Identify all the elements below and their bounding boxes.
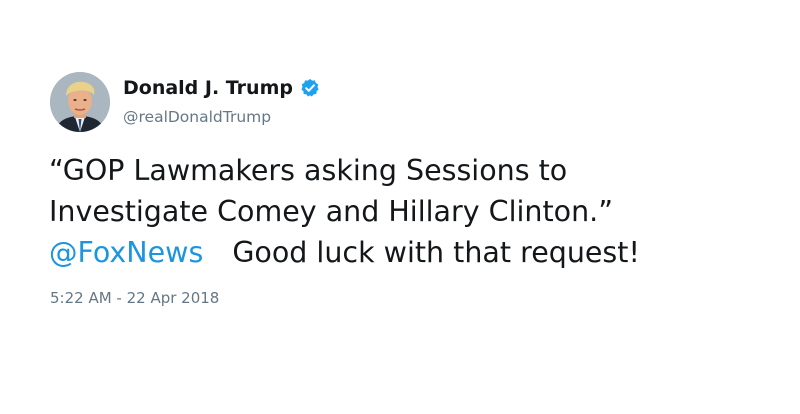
tweet-text: “GOP Lawmakers asking Sessions to Invest… xyxy=(49,150,769,273)
tweet-text-line-1: “GOP Lawmakers asking Sessions to xyxy=(49,154,568,187)
tweet-card: Donald J. Trump @realDonaldTrump “GOP La… xyxy=(0,0,800,414)
author-name-row[interactable]: Donald J. Trump xyxy=(123,76,320,100)
avatar-photo xyxy=(50,72,110,132)
tweet-text-line-2: Investigate Comey and Hillary Clinton.” xyxy=(49,195,613,228)
user-handle[interactable]: @realDonaldTrump xyxy=(123,107,271,127)
tweet-timestamp[interactable]: 5:22 AM - 22 Apr 2018 xyxy=(50,288,219,308)
verified-badge-icon xyxy=(300,78,320,98)
mention-link[interactable]: @FoxNews xyxy=(49,236,203,269)
display-name[interactable]: Donald J. Trump xyxy=(123,76,293,100)
tweet-text-line-3: @FoxNews Good luck with that request! xyxy=(49,232,769,273)
avatar[interactable] xyxy=(50,72,110,132)
tweet-text-line-3-rest: Good luck with that request! xyxy=(232,236,640,269)
